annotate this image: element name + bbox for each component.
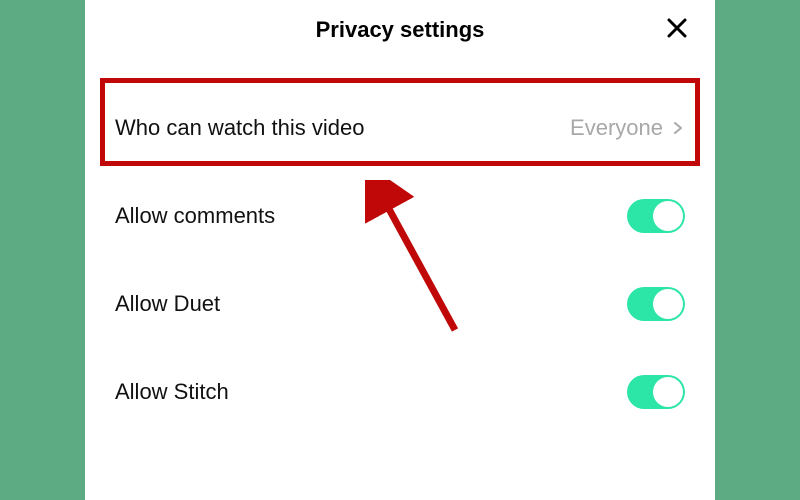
header: Privacy settings	[85, 0, 715, 60]
toggle-knob	[653, 289, 683, 319]
row-allow-comments: Allow comments	[85, 172, 715, 260]
row-allow-stitch: Allow Stitch	[85, 348, 715, 436]
toggle-knob	[653, 201, 683, 231]
toggle-allow-stitch[interactable]	[627, 375, 685, 409]
page-title: Privacy settings	[316, 17, 485, 43]
toggle-knob	[653, 377, 683, 407]
privacy-settings-panel: Privacy settings Who can watch this vide…	[85, 0, 715, 500]
row-label-allow-stitch: Allow Stitch	[115, 379, 229, 405]
row-right: Everyone	[570, 115, 685, 141]
row-value-who-can-watch: Everyone	[570, 115, 663, 141]
row-allow-duet: Allow Duet	[85, 260, 715, 348]
toggle-allow-comments[interactable]	[627, 199, 685, 233]
chevron-right-icon	[671, 121, 685, 135]
toggle-allow-duet[interactable]	[627, 287, 685, 321]
row-label-allow-comments: Allow comments	[115, 203, 275, 229]
row-label-allow-duet: Allow Duet	[115, 291, 220, 317]
row-who-can-watch[interactable]: Who can watch this video Everyone	[85, 84, 715, 172]
close-icon	[665, 16, 689, 45]
row-label-who-can-watch: Who can watch this video	[115, 115, 364, 141]
close-button[interactable]	[663, 16, 691, 44]
